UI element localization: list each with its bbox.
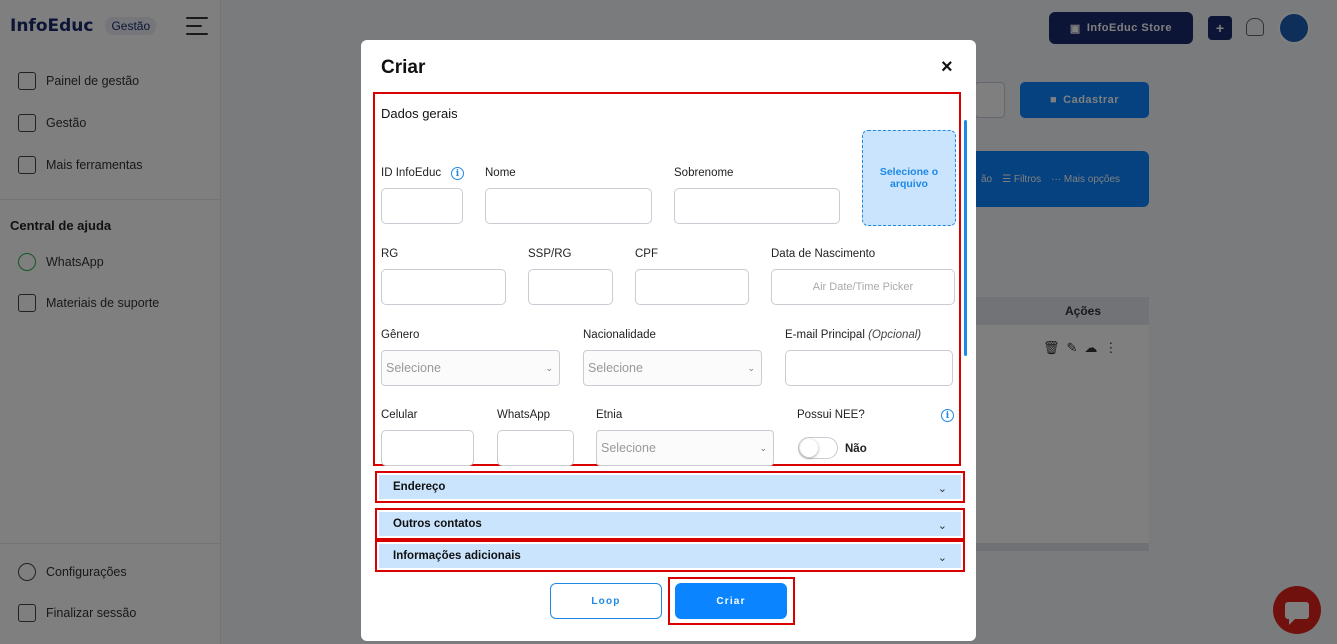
modal-title: Criar (381, 57, 426, 78)
nome-label: Nome (485, 167, 516, 179)
id-infoeduc-label: ID InfoEduc (381, 167, 442, 179)
email-label-text: E-mail Principal (785, 329, 865, 341)
info-icon[interactable]: i (941, 409, 954, 422)
create-button[interactable]: Criar (675, 583, 787, 619)
genero-label: Gênero (381, 329, 420, 341)
celular-label: Celular (381, 409, 418, 421)
possui-nee-label: Possui NEE? (797, 409, 865, 421)
nacionalidade-selected: Selecione (588, 361, 643, 375)
file-upload-dropzone[interactable]: Selecione o arquivo (862, 130, 956, 226)
create-modal: Criar × Dados gerais ID InfoEduc i Nome … (361, 40, 976, 641)
accordion-label: Outros contatos (393, 518, 482, 530)
close-icon[interactable]: × (941, 57, 953, 77)
chevron-down-icon: ⌄ (937, 520, 947, 532)
loop-button[interactable]: Loop (550, 583, 662, 619)
dados-gerais-section: Dados gerais ID InfoEduc i Nome Sobrenom… (373, 92, 961, 466)
chevron-down-icon: ⌄ (747, 363, 755, 373)
cpf-input[interactable] (635, 269, 749, 305)
data-nascimento-picker[interactable]: Air Date/Time Picker (771, 269, 955, 305)
nacionalidade-label: Nacionalidade (583, 329, 656, 341)
email-optional-text: (Opcional) (868, 329, 922, 341)
email-label: E-mail Principal (Opcional) (785, 329, 921, 341)
nome-input[interactable] (485, 188, 652, 224)
whatsapp-label: WhatsApp (497, 409, 551, 421)
chevron-down-icon: ⌄ (545, 363, 553, 373)
chevron-down-icon: ⌄ (937, 552, 947, 564)
toggle-knob (800, 439, 818, 457)
nee-toggle[interactable] (798, 437, 838, 459)
accordion-label: Endereço (393, 481, 446, 493)
accordion-outros-contatos[interactable]: Outros contatos ⌄ (375, 508, 965, 540)
ssp-rg-input[interactable] (528, 269, 613, 305)
etnia-label: Etnia (596, 409, 623, 421)
whatsapp-input[interactable] (497, 430, 574, 466)
rg-label: RG (381, 248, 399, 260)
etnia-select[interactable]: Selecione ⌄ (596, 430, 774, 466)
scrollbar[interactable] (964, 120, 967, 356)
accordion-informacoes-adicionais[interactable]: Informações adicionais ⌄ (375, 540, 965, 572)
create-button-highlight: Criar (668, 577, 795, 625)
sobrenome-label: Sobrenome (674, 167, 734, 179)
email-input[interactable] (785, 350, 953, 386)
accordion-label: Informações adicionais (393, 550, 521, 562)
chevron-down-icon: ⌄ (759, 443, 767, 453)
data-nascimento-label: Data de Nascimento (771, 248, 876, 260)
nee-toggle-state: Não (845, 443, 867, 455)
section-title: Dados gerais (381, 106, 458, 121)
rg-input[interactable] (381, 269, 506, 305)
info-icon[interactable]: i (451, 167, 464, 180)
genero-select[interactable]: Selecione ⌄ (381, 350, 560, 386)
accordion-endereco[interactable]: Endereço ⌄ (375, 471, 965, 503)
chevron-down-icon: ⌄ (937, 483, 947, 495)
cpf-label: CPF (635, 248, 658, 260)
sobrenome-input[interactable] (674, 188, 840, 224)
id-infoeduc-input[interactable] (381, 188, 463, 224)
celular-input[interactable] (381, 430, 474, 466)
genero-selected: Selecione (386, 361, 441, 375)
etnia-selected: Selecione (601, 441, 656, 455)
nacionalidade-select[interactable]: Selecione ⌄ (583, 350, 762, 386)
ssp-rg-label: SSP/RG (528, 248, 572, 260)
